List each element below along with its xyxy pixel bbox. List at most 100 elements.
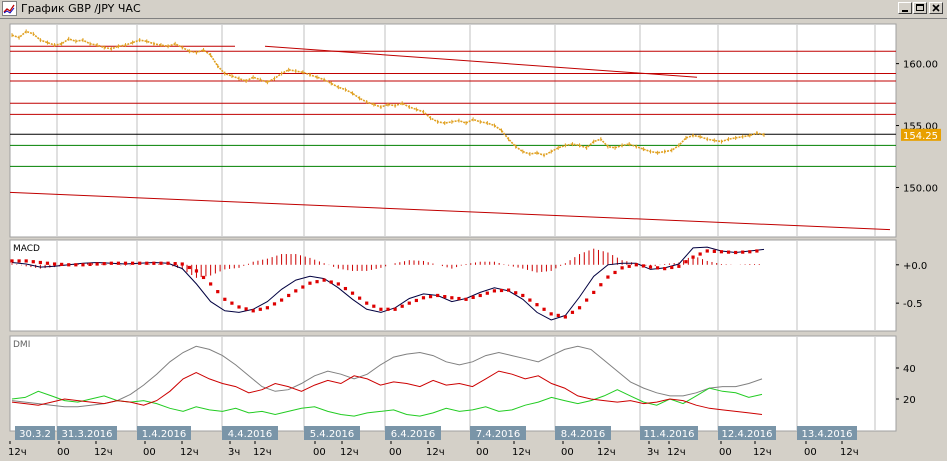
signal-dot: [705, 249, 709, 253]
signal-dot: [38, 260, 42, 265]
price-panel: [9, 23, 897, 238]
hour-label: 12ч: [340, 447, 359, 458]
title-bar[interactable]: График GBP /JPY ЧАС: [0, 0, 947, 19]
signal-dot: [485, 291, 489, 295]
signal-dot: [152, 261, 156, 265]
signal-dot: [258, 307, 262, 311]
date-label: 6.4.2016: [391, 429, 436, 440]
signal-dot: [223, 297, 227, 301]
signal-dot: [535, 303, 539, 307]
signal-dot: [230, 301, 234, 305]
signal-dot: [684, 260, 688, 264]
signal-dot: [88, 262, 92, 267]
signal-dot: [570, 310, 575, 314]
date-label: 12.4.2016: [722, 429, 773, 440]
signal-dot: [31, 260, 35, 264]
signal-dot: [457, 296, 461, 301]
signal-dot: [691, 255, 695, 259]
minimize-icon: [902, 10, 908, 12]
signal-dot: [322, 278, 326, 282]
signal-dot: [712, 249, 716, 253]
maximize-icon: [916, 4, 924, 11]
dmi-tick-label: 40: [903, 364, 916, 375]
signal-dot: [201, 275, 206, 280]
signal-dot: [726, 250, 731, 254]
hour-label: 12ч: [597, 447, 616, 458]
signal-dot: [648, 265, 653, 269]
close-button[interactable]: [929, 2, 943, 14]
signal-dot: [542, 307, 546, 311]
date-label: 31.3.2016: [62, 429, 113, 440]
signal-dot: [166, 261, 170, 265]
signal-dot: [549, 312, 553, 316]
signal-dot: [109, 261, 113, 265]
signal-dot: [478, 293, 482, 298]
hour-label: 12ч: [8, 447, 27, 458]
hour-label: 3ч: [647, 447, 659, 458]
signal-dot: [606, 275, 610, 279]
date-label: 30.3.2: [19, 429, 51, 440]
hour-label: 12ч: [512, 447, 531, 458]
hour-label: 12ч: [840, 447, 859, 458]
signal-dot: [216, 290, 220, 294]
signal-dot: [620, 266, 624, 270]
signal-dot: [10, 259, 14, 263]
macd-tick-label: +0.0: [903, 261, 927, 272]
signal-dot: [655, 266, 660, 270]
price-tick-label: 160.00: [903, 60, 938, 71]
chart-icon: [2, 1, 17, 16]
hour-label: 00: [476, 447, 489, 458]
signal-dot: [521, 293, 525, 298]
signal-dot: [379, 307, 383, 311]
signal-dot: [577, 306, 582, 310]
hour-label: 00: [389, 447, 402, 458]
signal-dot: [556, 313, 560, 318]
signal-dot: [138, 261, 142, 265]
signal-dot: [308, 281, 312, 285]
signal-dot: [464, 297, 468, 301]
minimize-button[interactable]: [898, 2, 912, 14]
date-label: 1.4.2016: [142, 429, 187, 440]
current-price-label: 154.25: [903, 131, 938, 142]
signal-dot: [528, 298, 532, 302]
signal-dot: [592, 290, 596, 295]
y-axis-labels: 160.00155.00150.00154.25+0.0-0.54020: [896, 60, 941, 406]
signal-dot: [450, 296, 454, 300]
hour-label: 12ч: [180, 447, 199, 458]
signal-dot: [45, 261, 50, 265]
signal-dot: [180, 262, 184, 266]
signal-dot: [60, 262, 64, 267]
macd-panel: [9, 239, 897, 332]
signal-dot: [393, 307, 397, 311]
signal-dot: [663, 267, 667, 271]
signal-dot: [315, 280, 319, 284]
date-label: 8.4.2016: [561, 429, 606, 440]
signal-dot: [301, 285, 305, 289]
signal-dot: [407, 301, 411, 305]
signal-dot: [428, 295, 433, 299]
signal-dot: [698, 252, 702, 256]
signal-dot: [74, 263, 78, 267]
date-label: 5.4.2016: [310, 429, 355, 440]
date-label: 11.4.2016: [644, 429, 695, 440]
signal-dot: [677, 264, 681, 268]
signal-dot: [350, 291, 355, 295]
signal-dot: [741, 250, 745, 254]
signal-dot: [194, 269, 199, 273]
hour-label: 00: [313, 447, 326, 458]
hour-label: 12ч: [253, 447, 272, 458]
chart-window: График GBP /JPY ЧАС 160.00 155.00 150.00 15…: [0, 0, 947, 461]
signal-dot: [116, 261, 121, 265]
signal-dot: [641, 264, 645, 268]
date-label: 4.4.2016: [228, 429, 273, 440]
signal-dot: [159, 261, 163, 265]
signal-dot: [734, 250, 738, 255]
signal-dot: [173, 262, 177, 266]
hour-label: 12ч: [753, 447, 772, 458]
macd-tick-label: -0.5: [903, 299, 923, 310]
hour-label: 00: [804, 447, 817, 458]
maximize-button[interactable]: [913, 2, 927, 14]
signal-dot: [95, 262, 99, 266]
signal-dot: [670, 265, 674, 270]
signal-dot: [443, 295, 447, 299]
